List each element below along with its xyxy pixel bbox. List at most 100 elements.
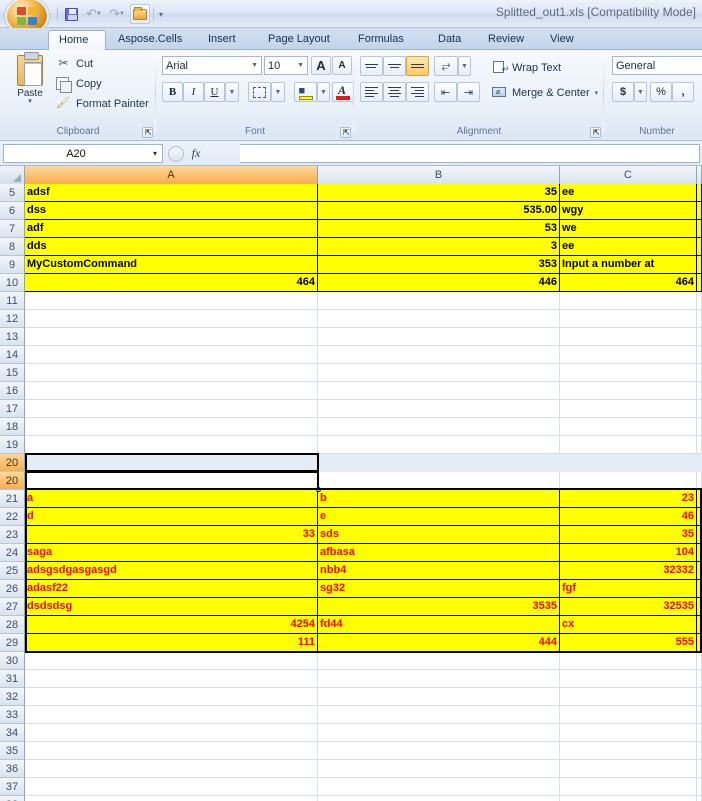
orientation-button[interactable]: ⥂ [434,56,458,76]
cell-A14[interactable] [25,346,318,364]
cell-B9[interactable]: 353 [318,256,560,274]
cell-D11[interactable] [697,292,702,310]
cell-D32[interactable] [697,688,702,706]
cell-C19[interactable] [560,436,697,454]
cell-B13[interactable] [318,328,560,346]
cell-A9[interactable]: MyCustomCommand [25,256,318,274]
fill-handle[interactable] [316,487,321,492]
cell-B10[interactable]: 446 [318,274,560,292]
cell-D29[interactable] [697,634,702,652]
row-header-21-17[interactable]: 21 [0,490,25,508]
tab-formulas[interactable]: Formulas [348,29,414,50]
comma-format-button[interactable]: , [672,82,694,102]
row-header-37-33[interactable]: 37 [0,778,25,796]
cell-A36[interactable] [25,760,318,778]
cell-A19[interactable] [25,436,318,454]
fill-color-button[interactable]: ■ [294,82,317,102]
cell-C10[interactable]: 464 [560,274,697,292]
tab-view[interactable]: View [540,29,584,50]
row-header-34-30[interactable]: 34 [0,724,25,742]
cell-A31[interactable] [25,670,318,688]
cell-B19[interactable] [318,436,560,454]
cell-C13[interactable] [560,328,697,346]
chevron-down-icon[interactable]: ▾ [595,89,599,97]
cell-B32[interactable] [318,688,560,706]
increase-font-size-button[interactable]: A [311,56,331,75]
font-name-input[interactable]: Arial ▼ [162,56,262,75]
cell-A38[interactable] [25,796,318,801]
cell-A7[interactable]: adf [25,220,318,238]
cell-B20[interactable] [318,454,560,472]
spreadsheet-grid[interactable]: ABC 5 6 7 8 9 10 11 12 13 14 15 16 17 18 19 20 20 21 22 23 2… [0,166,702,801]
open-button[interactable] [130,4,150,24]
cell-D15[interactable] [697,364,702,382]
font-size-input[interactable]: 10 ▼ [264,56,308,75]
chevron-down-icon[interactable]: ▼ [297,62,304,69]
row-header-28-24[interactable]: 28 [0,616,25,634]
customize-qat-button[interactable]: ▾ [157,10,165,19]
cell-D38[interactable] [697,796,702,801]
cell-A24[interactable]: saga [25,544,318,562]
cut-button[interactable]: ✂ Cut [56,54,93,73]
cell-D7[interactable] [697,220,702,238]
cell-C16[interactable] [560,382,697,400]
percent-format-button[interactable]: % [650,82,672,102]
undo-button[interactable]: ↶ ▼ [84,4,104,24]
cell-A10[interactable]: 464 [25,274,318,292]
align-bottom-button[interactable] [406,56,429,76]
cell-D10[interactable] [697,274,702,292]
copy-button[interactable]: Copy [56,74,102,93]
borders-dropdown[interactable]: ▼ [271,82,285,102]
cell-A33[interactable] [25,706,318,724]
cell-D17[interactable] [697,400,702,418]
row-header-17-12[interactable]: 17 [0,400,25,418]
cell-B26[interactable]: sg32 [318,580,560,598]
row-header-19-14[interactable]: 19 [0,436,25,454]
cell-B22[interactable]: e [318,508,560,526]
row-header-20-15[interactable]: 20 [0,454,25,472]
wrap-text-button[interactable]: ↵ Wrap Text [492,58,561,77]
cell-B38[interactable] [318,796,560,801]
select-all-corner[interactable] [0,166,25,184]
cell-B31[interactable] [318,670,560,688]
cell-D22[interactable] [697,508,702,526]
cell-B18[interactable] [318,418,560,436]
cell-B36[interactable] [318,760,560,778]
insert-function-button[interactable]: fx [186,145,206,163]
cell-C14[interactable] [560,346,697,364]
borders-button[interactable] [248,82,271,102]
italic-button[interactable]: I [183,82,204,102]
cell-C8[interactable]: ee [560,238,697,256]
cell-D24[interactable] [697,544,702,562]
fill-color-dropdown[interactable]: ▼ [317,82,330,102]
cell-C32[interactable] [560,688,697,706]
row-header-27-23[interactable]: 27 [0,598,25,616]
cell-A20[interactable] [25,454,318,472]
cell-D13[interactable] [697,328,702,346]
row-header-24-20[interactable]: 24 [0,544,25,562]
format-painter-button[interactable]: 🖌 Format Painter [56,94,149,113]
cell-C6[interactable]: wgy [560,202,697,220]
row-header-15-10[interactable]: 15 [0,364,25,382]
cell-A25[interactable]: adsgsdgasgasgd [25,562,318,580]
cell-A16[interactable] [25,382,318,400]
cell-C33[interactable] [560,706,697,724]
cell-D35[interactable] [697,742,702,760]
row-header-31-27[interactable]: 31 [0,670,25,688]
cell-D20[interactable] [697,454,702,472]
number-format-input[interactable]: General [612,56,702,75]
cell-D36[interactable] [697,760,702,778]
cell-A27[interactable]: dsdsdsg [25,598,318,616]
cell-D20[interactable] [697,472,702,490]
cell-C15[interactable] [560,364,697,382]
currency-format-button[interactable]: $ [612,82,634,102]
cell-D31[interactable] [697,670,702,688]
cell-C27[interactable]: 32535 [560,598,697,616]
cell-B16[interactable] [318,382,560,400]
cell-B29[interactable]: 444 [318,634,560,652]
row-header-23-19[interactable]: 23 [0,526,25,544]
row-header-13-8[interactable]: 13 [0,328,25,346]
currency-dropdown[interactable]: ▼ [634,82,647,102]
row-header-26-22[interactable]: 26 [0,580,25,598]
cell-C18[interactable] [560,418,697,436]
